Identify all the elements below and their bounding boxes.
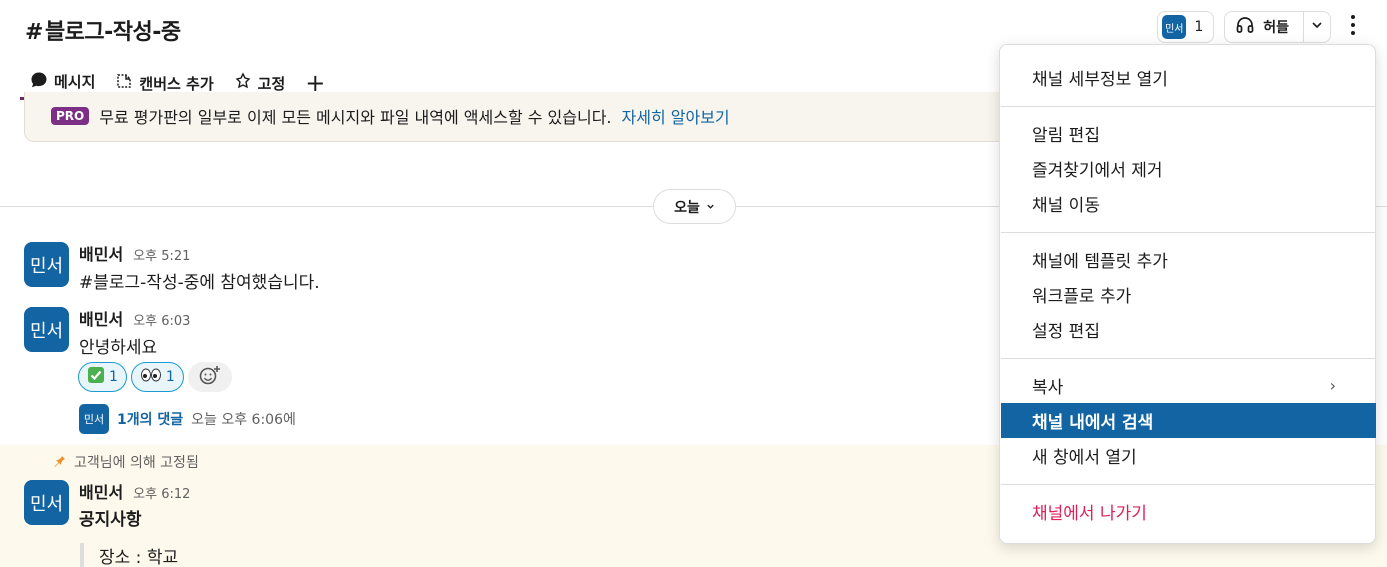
avatar: 민서 (1162, 15, 1187, 39)
learn-more-link[interactable]: 자세히 알아보기 (622, 104, 730, 128)
channel-options-menu: 채널 세부정보 열기 알림 편집 즐겨찾기에서 제거 채널 이동 채널에 템플릿… (999, 44, 1376, 544)
pro-badge: PRO (51, 107, 90, 125)
menu-divider (1001, 232, 1376, 233)
thread-summary[interactable]: 민서 1개의 댓글 오늘 오후 6:06에 (79, 404, 296, 434)
banner-text: 무료 평가판의 일부로 이제 모든 메시지와 파일 내역에 액세스할 수 있습니… (99, 108, 612, 127)
huddle-button[interactable]: 허들 (1225, 12, 1304, 42)
canvas-icon (115, 72, 133, 94)
reaction-check[interactable]: 1 (78, 362, 127, 392)
chevron-down-icon (706, 199, 715, 215)
menu-item-open-in-new-window[interactable]: 새 창에서 열기 (1001, 438, 1376, 473)
menu-item-edit-settings[interactable]: 설정 편집 (1001, 312, 1376, 347)
message-text: #블로그-작성-중에 참여했습니다. (79, 273, 320, 293)
menu-item-label: 복사 (1032, 378, 1064, 398)
huddle-button-group: 허들 (1224, 11, 1331, 43)
chevron-down-icon (1311, 19, 1323, 35)
eyes-emoji-icon (140, 366, 162, 388)
reactions: 1 1 (78, 362, 232, 392)
menu-item-edit-notifications[interactable]: 알림 편집 (1001, 116, 1376, 151)
message-time[interactable]: 오후 6:12 (133, 483, 190, 502)
check-emoji-icon (87, 366, 105, 388)
menu-divider (1001, 106, 1376, 107)
more-options-button[interactable] (1341, 14, 1365, 41)
quote-block: 장소 : 학교 (80, 543, 178, 567)
message-time[interactable]: 오후 5:21 (133, 245, 190, 264)
menu-item-add-workflow[interactable]: 워크플로 추가 (1001, 277, 1376, 312)
channel-title[interactable]: #블로그-작성-중 (25, 14, 181, 46)
date-label: 오늘 (674, 199, 700, 216)
tab-label: 메시지 (54, 73, 96, 91)
message-header: 배민서 오후 6:03 (79, 306, 190, 330)
author-name[interactable]: 배민서 (79, 306, 123, 330)
reaction-eyes[interactable]: 1 (130, 362, 184, 392)
reaction-count: 1 (109, 369, 118, 385)
author-name[interactable]: 배민서 (79, 241, 123, 265)
message-icon (30, 71, 48, 93)
avatar[interactable]: 민서 (24, 242, 69, 287)
kebab-icon (1350, 14, 1356, 41)
message-header: 배민서 오후 6:12 (79, 479, 190, 503)
menu-item-leave-channel[interactable]: 채널에서 나가기 (1001, 494, 1376, 529)
avatar[interactable]: 민서 (24, 307, 69, 352)
channel-hash: # (25, 20, 43, 45)
chevron-right-icon: › (1329, 376, 1336, 395)
header-actions: 민서 1 허들 (1157, 11, 1365, 43)
message-text: 공지사항 (79, 510, 142, 530)
menu-item-search-in-channel[interactable]: 채널 내에서 검색 (1001, 403, 1376, 438)
message-time[interactable]: 오후 6:03 (133, 310, 190, 329)
menu-divider (1001, 484, 1376, 485)
avatar[interactable]: 민서 (24, 480, 69, 525)
thread-replies-link[interactable]: 1개의 댓글 (117, 409, 183, 429)
huddle-label: 허들 (1263, 20, 1289, 36)
date-divider-button[interactable]: 오늘 (653, 189, 736, 224)
reaction-count: 1 (165, 369, 175, 385)
headphones-icon (1235, 15, 1255, 39)
tab-label: 고정 (257, 74, 286, 93)
pinned-by-text: 고객님에 의해 고정됨 (74, 455, 199, 471)
menu-divider (1001, 358, 1376, 359)
menu-item-remove-from-favorites[interactable]: 즐겨찾기에서 제거 (1001, 151, 1376, 186)
avatar: 민서 (79, 404, 109, 434)
add-reaction-button[interactable] (187, 362, 232, 392)
channel-name: 블로그-작성-중 (44, 20, 181, 45)
pin-icon (52, 453, 66, 471)
pinned-note: 고객님에 의해 고정됨 (52, 452, 199, 472)
thread-last-reply: 오늘 오후 6:06에 (191, 412, 296, 428)
banner-content: PRO 무료 평가판의 일부로 이제 모든 메시지와 파일 내역에 액세스할 수… (51, 104, 730, 128)
members-button[interactable]: 민서 1 (1157, 11, 1215, 43)
member-count: 1 (1194, 19, 1204, 35)
author-name[interactable]: 배민서 (79, 479, 123, 503)
huddle-options-button[interactable] (1304, 19, 1330, 35)
menu-item-copy[interactable]: 복사 › (1001, 368, 1376, 403)
tab-label: 캔버스 추가 (139, 74, 214, 93)
menu-item-move-channel[interactable]: 채널 이동 (1001, 186, 1376, 221)
message-text: 안녕하세요 (79, 338, 158, 358)
menu-item-add-template[interactable]: 채널에 템플릿 추가 (1001, 242, 1376, 277)
message-header: 배민서 오후 5:21 (79, 241, 190, 265)
menu-item-open-channel-details[interactable]: 채널 세부정보 열기 (1001, 60, 1376, 95)
add-emoji-icon (199, 365, 221, 389)
pin-icon (234, 72, 252, 94)
